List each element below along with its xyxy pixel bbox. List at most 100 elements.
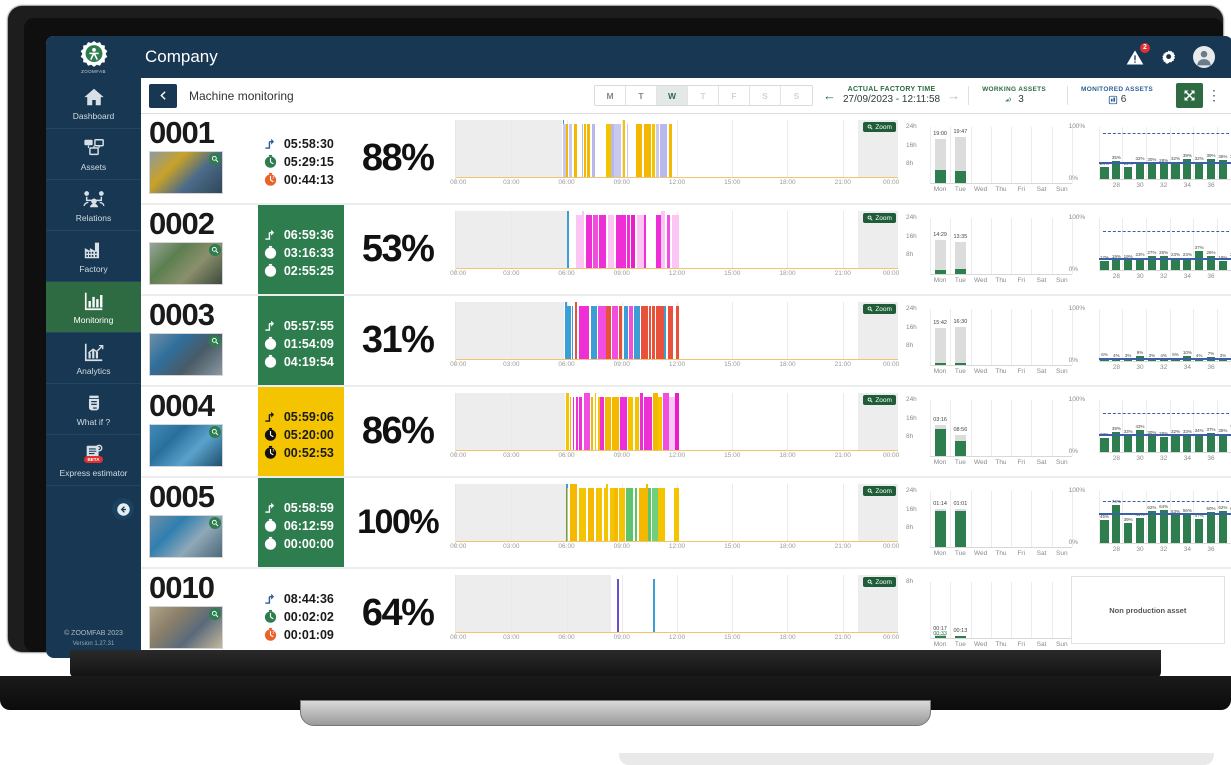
arrow-left-icon[interactable]: ← xyxy=(823,88,836,103)
percent-bar[interactable] xyxy=(1136,430,1144,452)
week-bar-label: 01:01 xyxy=(953,501,967,507)
day-button-fri[interactable]: F xyxy=(719,86,750,105)
machine-day-timeline[interactable]: 00:0003:0006:0009:0012:0015:0018:0021:00… xyxy=(451,114,902,203)
machine-thumbnail[interactable] xyxy=(149,606,223,649)
thumbnail-zoom-icon[interactable] xyxy=(209,608,221,620)
percent-bar[interactable] xyxy=(1195,162,1203,179)
collapse-left-icon[interactable] xyxy=(112,498,134,520)
percent-bar[interactable] xyxy=(1219,511,1227,543)
machine-thumbnail[interactable] xyxy=(149,333,223,376)
sidebar-item-monitoring[interactable]: Monitoring xyxy=(46,282,141,333)
percent-bar[interactable] xyxy=(1183,514,1191,543)
percent-bar[interactable] xyxy=(1124,167,1132,179)
percent-bar[interactable] xyxy=(1100,520,1108,543)
timeline-zoom-button[interactable]: Zoom xyxy=(863,213,896,223)
machine-row[interactable]: 000206:59:3603:16:33z02:55:2553%00:0003:… xyxy=(141,205,1231,294)
week-bar[interactable] xyxy=(955,127,966,183)
percent-bar[interactable] xyxy=(1171,162,1179,179)
percent-bar[interactable] xyxy=(1112,505,1120,543)
app-logo[interactable]: ZOOMFAB xyxy=(46,36,141,78)
week-bar[interactable] xyxy=(955,309,966,365)
thumbnail-zoom-icon[interactable] xyxy=(209,517,221,529)
machine-thumbnail[interactable] xyxy=(149,151,223,194)
sidebar-item-factory[interactable]: Factory xyxy=(46,231,141,282)
percent-bar[interactable] xyxy=(1171,435,1179,452)
week-bar[interactable] xyxy=(935,218,946,274)
machine-day-timeline[interactable]: 00:0003:0006:0009:0012:0015:0018:0021:00… xyxy=(451,387,902,476)
thumbnail-zoom-icon[interactable] xyxy=(209,426,221,438)
timeline-zoom-button[interactable]: Zoom xyxy=(863,304,896,314)
machine-row[interactable]: 000505:58:5906:12:59z00:00:00100%00:0003… xyxy=(141,478,1231,567)
percent-bar[interactable] xyxy=(1100,438,1108,452)
percent-bar[interactable] xyxy=(1112,260,1120,270)
percent-bar[interactable] xyxy=(1207,512,1215,543)
percent-bar[interactable] xyxy=(1100,261,1108,270)
day-button-tue[interactable]: T xyxy=(626,86,657,105)
alerts-icon[interactable]: 2 xyxy=(1125,47,1145,67)
sidebar-item-analytics[interactable]: Analytics xyxy=(46,333,141,384)
machine-day-timeline[interactable]: 00:0003:0006:0009:0012:0015:0018:0021:00… xyxy=(451,478,902,567)
machine-row[interactable]: 000305:57:5501:54:09z04:19:5431%00:0003:… xyxy=(141,296,1231,385)
machine-row[interactable]: 001008:44:3600:02:02z00:01:0964%00:0003:… xyxy=(141,569,1231,658)
timeline-zoom-button[interactable]: Zoom xyxy=(863,486,896,496)
day-button-mon[interactable]: M xyxy=(595,86,626,105)
thumbnail-zoom-icon[interactable] xyxy=(209,335,221,347)
sidebar-item-dashboard[interactable]: Dashboard xyxy=(46,78,141,129)
machine-thumbnail[interactable] xyxy=(149,424,223,467)
percent-bar[interactable] xyxy=(1124,260,1132,270)
percent-bar[interactable] xyxy=(1195,519,1203,543)
week-bar[interactable] xyxy=(935,491,946,547)
percent-bar[interactable] xyxy=(1160,437,1168,452)
percent-bar[interactable] xyxy=(1183,435,1191,452)
fullscreen-icon[interactable] xyxy=(1176,83,1203,108)
machine-day-timeline[interactable]: 00:0003:0006:0009:0012:0015:0018:0021:00… xyxy=(451,569,902,658)
back-button[interactable] xyxy=(149,84,177,108)
percent-bar[interactable] xyxy=(1124,523,1132,543)
machine-thumbnail[interactable] xyxy=(149,242,223,285)
day-button-sun[interactable]: S xyxy=(781,86,812,105)
percent-bar[interactable] xyxy=(1136,162,1144,179)
x-tick-label: 34 xyxy=(1184,546,1191,553)
day-button-wed[interactable]: W xyxy=(657,86,688,105)
percent-bar[interactable] xyxy=(1148,511,1156,543)
percent-bar[interactable] xyxy=(1195,251,1203,270)
kebab-menu-icon[interactable]: ⋮ xyxy=(1203,83,1225,108)
monitored-assets-stat: MONITORED ASSETS 6 xyxy=(1067,86,1166,105)
thumbnail-zoom-icon[interactable] xyxy=(209,153,221,165)
week-bar[interactable] xyxy=(935,309,946,365)
percent-bar[interactable] xyxy=(1219,261,1227,270)
timeline-zoom-button[interactable]: Zoom xyxy=(863,577,896,587)
thumbnail-zoom-icon[interactable] xyxy=(209,244,221,256)
percent-bar[interactable] xyxy=(1219,434,1227,452)
percent-bar[interactable] xyxy=(1124,435,1132,452)
percent-bar[interactable] xyxy=(1160,164,1168,179)
percent-bar[interactable] xyxy=(1171,258,1179,270)
sidebar-item-what-if[interactable]: What if ? xyxy=(46,384,141,435)
day-button-sat[interactable]: S xyxy=(750,86,781,105)
machine-row[interactable]: 000405:59:0605:20:00z00:52:5386%00:0003:… xyxy=(141,387,1231,476)
percent-bar[interactable] xyxy=(1195,434,1203,452)
week-bar[interactable] xyxy=(935,400,946,456)
arrow-right-icon[interactable]: → xyxy=(947,88,960,103)
machine-thumbnail[interactable] xyxy=(149,515,223,558)
timeline-zoom-button[interactable]: Zoom xyxy=(863,395,896,405)
sidebar-item-assets[interactable]: Assets xyxy=(46,129,141,180)
percent-bar[interactable] xyxy=(1136,518,1144,543)
gear-icon[interactable] xyxy=(1159,47,1179,67)
percent-bar[interactable] xyxy=(1148,163,1156,179)
timeline-zoom-button[interactable]: Zoom xyxy=(863,122,896,132)
percent-bar[interactable] xyxy=(1100,167,1108,179)
machine-row[interactable]: 000105:58:3005:29:15z00:44:1388%00:0003:… xyxy=(141,114,1231,203)
percent-bar[interactable] xyxy=(1136,258,1144,270)
percent-bar[interactable] xyxy=(1148,436,1156,452)
machine-day-timeline[interactable]: 00:0003:0006:0009:0012:0015:0018:0021:00… xyxy=(451,205,902,294)
sidebar-item-relations[interactable]: Relations xyxy=(46,180,141,231)
avatar[interactable] xyxy=(1193,46,1215,68)
week-bar[interactable] xyxy=(955,218,966,274)
day-button-thu[interactable]: T xyxy=(688,86,719,105)
percent-bar[interactable] xyxy=(1171,515,1179,543)
percent-bar[interactable] xyxy=(1183,258,1191,270)
sidebar-item-express-estimator[interactable]: BETA Express estimator xyxy=(46,435,141,486)
week-bar[interactable] xyxy=(955,491,966,547)
machine-day-timeline[interactable]: 00:0003:0006:0009:0012:0015:0018:0021:00… xyxy=(451,296,902,385)
